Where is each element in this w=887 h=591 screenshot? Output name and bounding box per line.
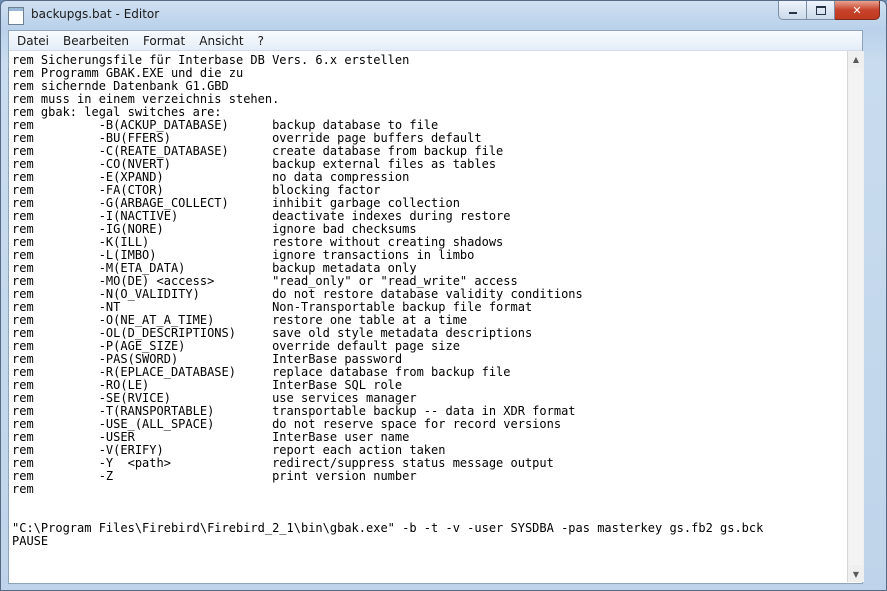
window-title: backupgs.bat - Editor	[31, 7, 160, 21]
menu-bar: Datei Bearbeiten Format Ansicht ?	[9, 31, 862, 51]
text-editor[interactable]: rem Sicherungsfile für Interbase DB Vers…	[9, 51, 845, 583]
maximize-button[interactable]	[807, 1, 835, 20]
menu-format[interactable]: Format	[136, 31, 192, 50]
menu-bearbeiten[interactable]: Bearbeiten	[56, 31, 136, 50]
scroll-track[interactable]	[849, 68, 863, 565]
minimize-icon	[788, 11, 797, 14]
minimize-button[interactable]	[778, 1, 807, 20]
menu-ansicht[interactable]: Ansicht	[192, 31, 250, 50]
maximize-icon	[815, 5, 826, 15]
close-button[interactable]: ✕	[835, 1, 880, 20]
client-area: Datei Bearbeiten Format Ansicht ? rem Si…	[8, 30, 864, 584]
menu-datei[interactable]: Datei	[10, 31, 56, 50]
notepad-icon	[8, 7, 24, 25]
window-controls: ✕	[778, 1, 880, 20]
close-icon: ✕	[852, 3, 862, 17]
scroll-up-icon[interactable]: ▲	[848, 51, 864, 67]
menu-help[interactable]: ?	[251, 31, 271, 50]
scroll-down-icon[interactable]: ▼	[848, 566, 864, 582]
title-bar[interactable]: backupgs.bat - Editor ✕	[1, 1, 886, 29]
editor-text[interactable]: rem Sicherungsfile für Interbase DB Vers…	[9, 51, 845, 548]
vertical-scrollbar[interactable]: ▲ ▼	[847, 51, 864, 582]
editor-window: backupgs.bat - Editor ✕ Datei Bearbeiten…	[0, 0, 887, 591]
